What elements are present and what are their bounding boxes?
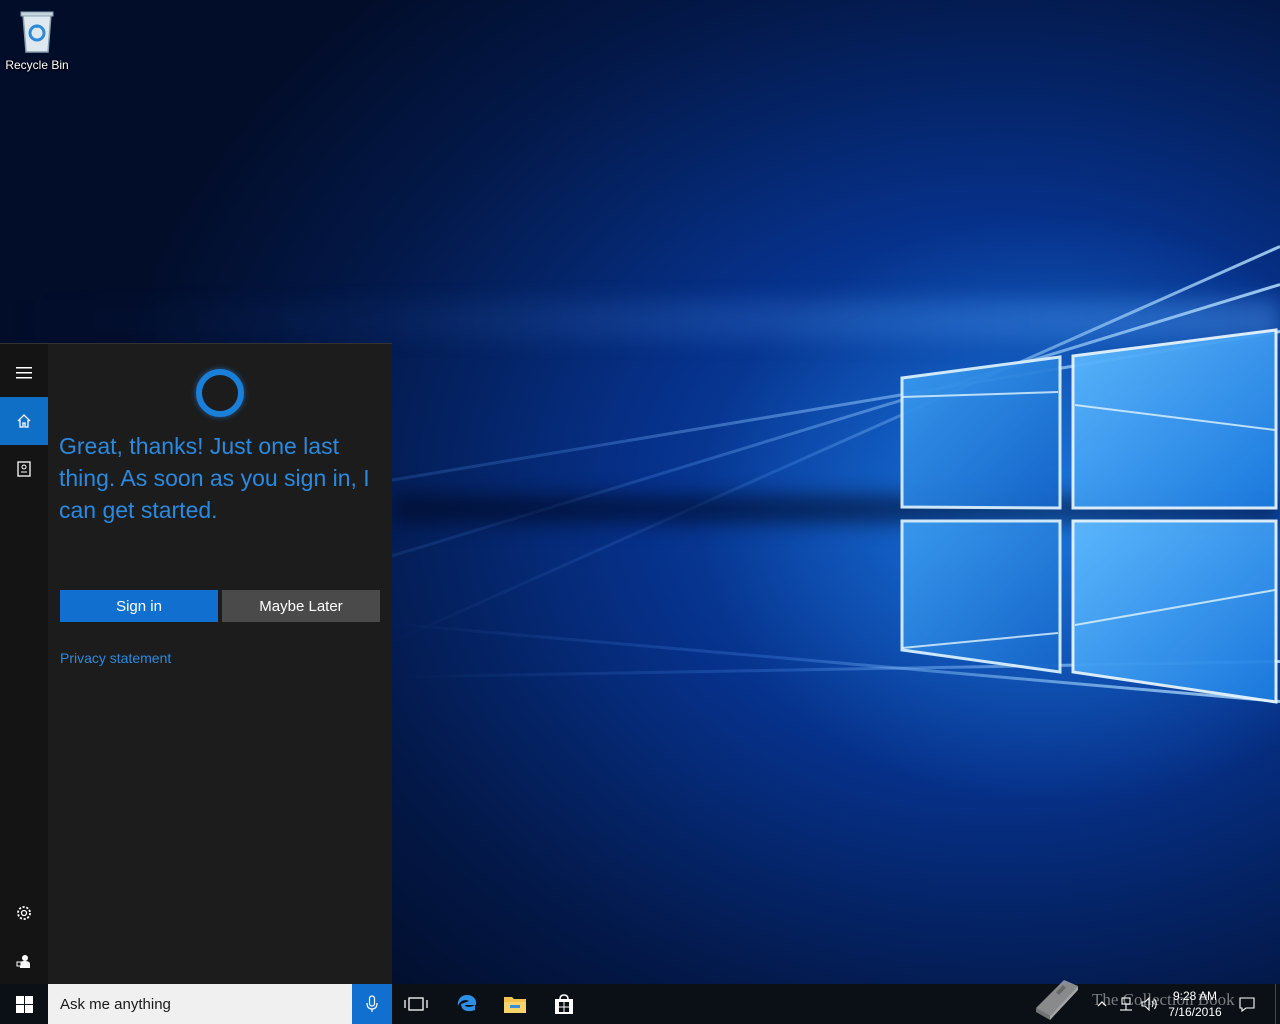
recycle-bin-icon	[15, 6, 59, 56]
search-input[interactable]	[48, 984, 350, 1024]
microphone-button[interactable]	[352, 984, 392, 1024]
recycle-bin-label: Recycle Bin	[5, 58, 69, 72]
watermark-text: The Collection Book	[1092, 990, 1235, 1009]
book-icon	[1036, 980, 1078, 1020]
file-explorer-icon	[504, 997, 526, 1013]
feedback-button[interactable]	[0, 937, 48, 985]
store-button[interactable]	[540, 984, 588, 1024]
recycle-bin-shortcut[interactable]: Recycle Bin	[2, 6, 72, 72]
edge-button[interactable]	[443, 984, 491, 1024]
search-box[interactable]	[48, 984, 352, 1024]
home-button[interactable]	[0, 397, 48, 445]
edge-icon	[457, 995, 477, 1012]
notebook-button[interactable]	[0, 445, 48, 493]
sign-in-button[interactable]: Sign in	[60, 590, 218, 622]
windows-start-icon	[15, 995, 33, 1013]
cortana-rail	[0, 344, 48, 985]
cortana-message: Great, thanks! Just one last thing. As s…	[59, 433, 370, 523]
hamburger-menu-icon	[16, 367, 32, 379]
microphone-icon	[366, 995, 378, 1012]
task-view-icon	[404, 997, 428, 1011]
store-icon	[555, 994, 573, 1014]
feedback-icon	[16, 955, 30, 968]
cortana-panel: Great, thanks! Just one last thing. As s…	[0, 343, 392, 985]
file-explorer-button[interactable]	[491, 984, 539, 1024]
start-button[interactable]	[0, 984, 48, 1024]
watermark: The Collection Book	[1030, 976, 1280, 1024]
home-icon	[17, 414, 31, 428]
cortana-logo-icon	[196, 369, 244, 417]
settings-button[interactable]	[0, 889, 48, 937]
hamburger-menu-button[interactable]	[0, 349, 48, 397]
notebook-icon	[17, 461, 31, 477]
task-view-button[interactable]	[392, 984, 440, 1024]
maybe-later-button[interactable]: Maybe Later	[222, 590, 380, 622]
privacy-statement-link[interactable]: Privacy statement	[60, 650, 171, 666]
settings-icon	[17, 906, 31, 920]
